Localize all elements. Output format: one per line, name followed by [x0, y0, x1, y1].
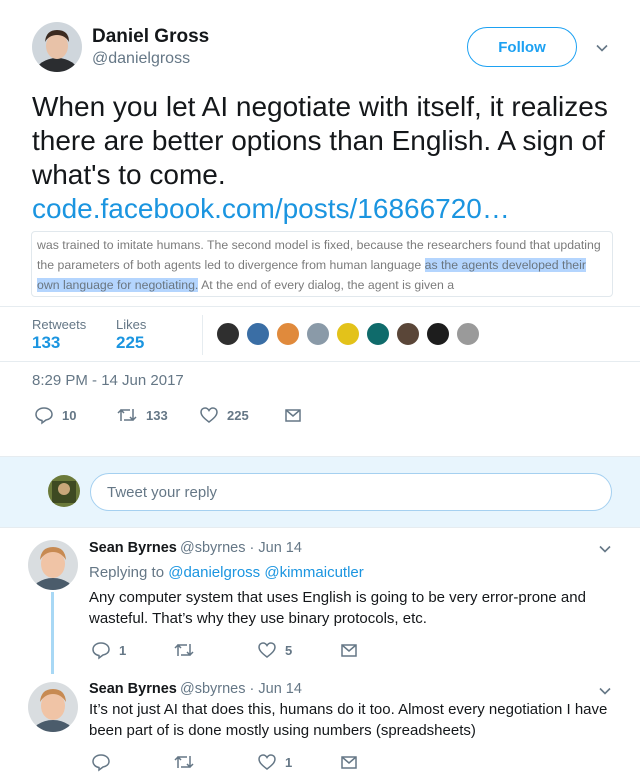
reply-author-avatar[interactable]	[28, 540, 78, 590]
like-count: 1	[285, 754, 293, 770]
retweet-action[interactable]	[173, 752, 203, 772]
envelope-icon	[285, 409, 301, 422]
follow-button[interactable]: Follow	[467, 27, 577, 67]
reply-text: Any computer system that uses English is…	[89, 589, 586, 627]
envelope-icon	[341, 644, 357, 657]
reply-meta[interactable]: @sbyrnes · Jun 14	[180, 681, 302, 697]
reply-input[interactable]: Tweet your reply	[90, 473, 612, 511]
retweet-icon	[117, 408, 137, 422]
reply-count: 10	[62, 407, 77, 423]
current-user-avatar	[48, 475, 80, 507]
retweet-action[interactable]: 133	[116, 405, 168, 425]
mention-link[interactable]: @kimmaicutler	[264, 564, 363, 581]
author-handle[interactable]: @danielgross	[92, 50, 190, 68]
liker-avatar[interactable]	[246, 322, 270, 346]
liker-avatar[interactable]	[306, 322, 330, 346]
retweet-icon	[174, 643, 194, 657]
like-count: 225	[227, 407, 249, 423]
reply-action[interactable]: 1	[91, 640, 126, 660]
reply-icon	[92, 642, 110, 660]
like-action[interactable]: 5	[257, 640, 292, 660]
liker-avatar[interactable]	[456, 322, 480, 346]
retweet-action[interactable]	[173, 640, 203, 660]
heart-icon	[258, 754, 276, 770]
reply-author-name[interactable]: Sean Byrnes	[89, 681, 177, 697]
liker-avatar[interactable]	[216, 322, 240, 346]
reply-text: It’s not just AI that does this, humans …	[89, 701, 608, 739]
liker-avatar[interactable]	[426, 322, 450, 346]
heart-icon	[200, 407, 218, 423]
replying-to-label: Replying to	[89, 564, 165, 581]
retweets-count[interactable]: 133	[32, 333, 60, 353]
stats-row: Retweets 133 Likes 225	[0, 306, 640, 362]
like-count: 5	[285, 642, 293, 658]
chevron-down-icon[interactable]	[597, 683, 613, 699]
reply-count: 1	[119, 642, 127, 658]
replying-to: Replying to @danielgross @kimmaicutler	[89, 564, 364, 581]
liker-avatar[interactable]	[276, 322, 300, 346]
chevron-down-icon[interactable]	[594, 40, 610, 56]
reply-meta[interactable]: @sbyrnes · Jun 14	[180, 540, 302, 556]
reply-composer: Tweet your reply	[0, 456, 640, 528]
stats-divider	[202, 315, 203, 355]
tweet-text: When you let AI negotiate with itself, i…	[32, 91, 608, 190]
tweet-timestamp[interactable]: 8:29 PM - 14 Jun 2017	[32, 372, 184, 389]
likes-count[interactable]: 225	[116, 333, 144, 353]
liker-avatar[interactable]	[396, 322, 420, 346]
quote-text-after: At the end of every dialog, the agent is…	[198, 278, 455, 292]
retweets-label[interactable]: Retweets	[32, 317, 86, 332]
heart-icon	[258, 642, 276, 658]
like-action[interactable]: 225	[199, 405, 249, 425]
liker-avatar[interactable]	[336, 322, 360, 346]
like-action[interactable]: 1	[257, 752, 292, 772]
message-action[interactable]	[339, 752, 359, 772]
mention-link[interactable]: @danielgross	[168, 564, 260, 581]
likes-label[interactable]: Likes	[116, 317, 146, 332]
thread-line	[51, 592, 54, 674]
reply-author-avatar[interactable]	[28, 682, 78, 732]
message-action[interactable]	[283, 405, 303, 425]
author-name[interactable]: Daniel Gross	[92, 26, 209, 48]
reply-author-name[interactable]: Sean Byrnes	[89, 540, 177, 556]
retweet-count: 133	[146, 407, 168, 423]
envelope-icon	[341, 756, 357, 769]
chevron-down-icon[interactable]	[597, 541, 613, 557]
reply-icon	[92, 754, 110, 772]
reply-icon	[35, 407, 53, 425]
author-avatar[interactable]	[32, 22, 82, 72]
reply-action[interactable]: 10	[34, 405, 76, 425]
tweet-link[interactable]: code.facebook.com/posts/16866720…	[32, 192, 510, 226]
message-action[interactable]	[339, 640, 359, 660]
reply-action[interactable]	[91, 752, 119, 772]
quoted-image-text: was trained to imitate humans. The secon…	[31, 231, 613, 297]
retweet-icon	[174, 755, 194, 769]
liker-avatar[interactable]	[366, 322, 390, 346]
